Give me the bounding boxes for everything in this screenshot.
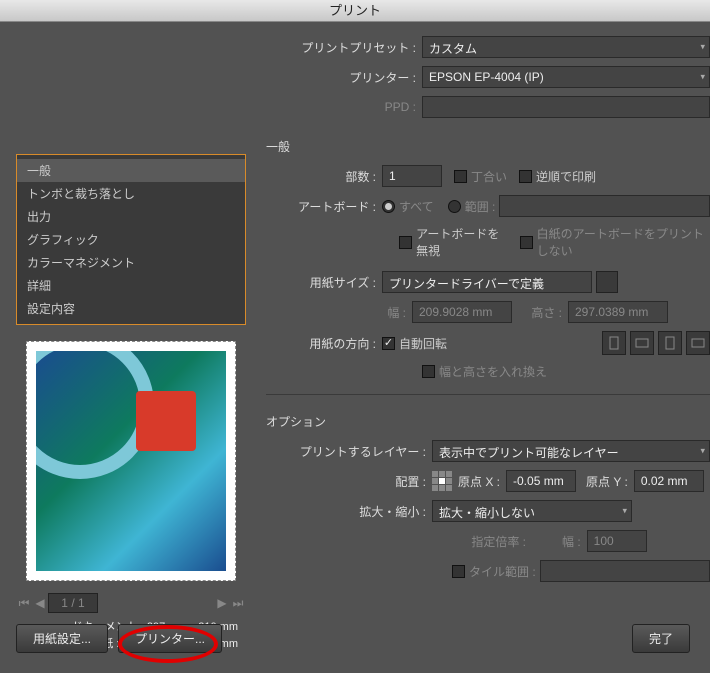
ignore-artboard-checkbox[interactable] [399,236,412,249]
scale-dropdown[interactable]: 拡大・縮小しない▾ [432,500,632,522]
auto-rotate-label: 自動回転 [399,335,447,352]
artboard-range-label: 範囲 : [465,198,496,215]
blank-artboard-checkbox[interactable] [520,236,533,249]
preview-pager: ⏮ ◀ 1 / 1 ▶ ⏭ [16,593,246,613]
tile-range-checkbox[interactable] [452,565,465,578]
done-button[interactable]: 完了 [632,624,690,653]
category-advanced[interactable]: 詳細 [17,274,245,297]
transverse-checkbox[interactable] [422,365,435,378]
print-preview [26,341,236,581]
printer-dropdown[interactable]: EPSON EP-4004 (IP)▾ [422,66,710,88]
preset-label: プリントプリセット : [266,39,416,56]
printer-button[interactable]: プリンター... [118,624,222,653]
collate-checkbox[interactable] [454,170,467,183]
artboard-all-radio[interactable] [382,200,395,213]
tile-range-input [540,560,710,582]
auto-rotate-checkbox[interactable] [382,337,395,350]
pager-prev-icon[interactable]: ◀ [32,596,48,610]
category-output[interactable]: 出力 [17,205,245,228]
category-summary[interactable]: 設定内容 [17,297,245,320]
category-list[interactable]: 一般 トンボと裁ち落とし 出力 グラフィック カラーマネジメント 詳細 設定内容 [16,154,246,325]
copies-label: 部数 : [266,168,376,185]
copies-input[interactable] [382,165,442,187]
category-color-mgmt[interactable]: カラーマネジメント [17,251,245,274]
width-input [412,301,512,323]
printer-label: プリンター : [266,69,416,86]
orient-rev-landscape-icon[interactable] [686,331,710,355]
print-layers-label: プリントするレイヤー : [266,443,426,460]
orient-landscape-icon[interactable] [630,331,654,355]
transverse-label: 幅と高さを入れ換え [439,363,547,380]
placement-grid-icon[interactable] [432,471,452,491]
scale-label: 拡大・縮小 : [266,503,426,520]
reverse-checkbox[interactable] [519,170,532,183]
blank-artboard-label: 白紙のアートボードをプリントしない [537,225,710,259]
options-title: オプション [266,413,710,430]
reverse-label: 逆順で印刷 [536,168,596,185]
page-setup-button[interactable]: 用紙設定... [16,624,108,653]
preset-dropdown[interactable]: カスタム▾ [422,36,710,58]
preview-artwork [36,351,226,571]
scale-ratio-label: 指定倍率 : [266,533,526,550]
orient-rev-portrait-icon[interactable] [658,331,682,355]
tile-range-label: タイル範囲 : [469,563,536,580]
category-general[interactable]: 一般 [17,159,245,182]
orientation-buttons [602,331,710,355]
ppd-dropdown [422,96,710,118]
origin-x-input[interactable] [506,470,576,492]
orientation-label: 用紙の方向 : [266,335,376,352]
options-section: オプション プリントするレイヤー : 表示中でプリント可能なレイヤー▾ 配置 :… [266,394,710,582]
category-marks[interactable]: トンボと裁ち落とし [17,182,245,205]
artboard-range-input [499,195,710,217]
print-layers-dropdown[interactable]: 表示中でプリント可能なレイヤー▾ [432,440,710,462]
paper-size-label: 用紙サイズ : [266,274,376,291]
scale-width-label: 幅 : [562,533,581,550]
artboard-range-radio[interactable] [448,200,461,213]
general-title: 一般 [266,138,710,155]
pager-first-icon[interactable]: ⏮ [16,596,32,611]
ppd-label: PPD : [266,100,416,114]
category-graphics[interactable]: グラフィック [17,228,245,251]
scale-width-input [587,530,647,552]
paper-size-dropdown[interactable]: プリンタードライバーで定義 [382,271,592,293]
origin-y-input[interactable] [634,470,704,492]
orient-portrait-icon[interactable] [602,331,626,355]
height-input [568,301,668,323]
paper-size-options-icon[interactable] [596,271,618,293]
artboard-all-label: すべて [399,198,434,215]
pager-next-icon[interactable]: ▶ [214,596,230,610]
placement-label: 配置 : [266,473,426,490]
collate-label: 丁合い [471,168,507,185]
ignore-artboard-label: アートボードを無視 [416,225,508,259]
general-section: 一般 部数 : 丁合い 逆順で印刷 アートボード : すべて 範囲 : [266,138,710,380]
artboard-label: アートボード : [266,198,376,215]
pager-current[interactable]: 1 / 1 [48,593,98,613]
width-label: 幅 : [266,304,406,321]
origin-y-label: 原点 Y : [586,473,628,490]
pager-last-icon[interactable]: ⏭ [230,596,246,611]
window-title: プリント [0,0,710,22]
height-label: 高さ : [512,304,562,321]
origin-x-label: 原点 X : [458,473,500,490]
